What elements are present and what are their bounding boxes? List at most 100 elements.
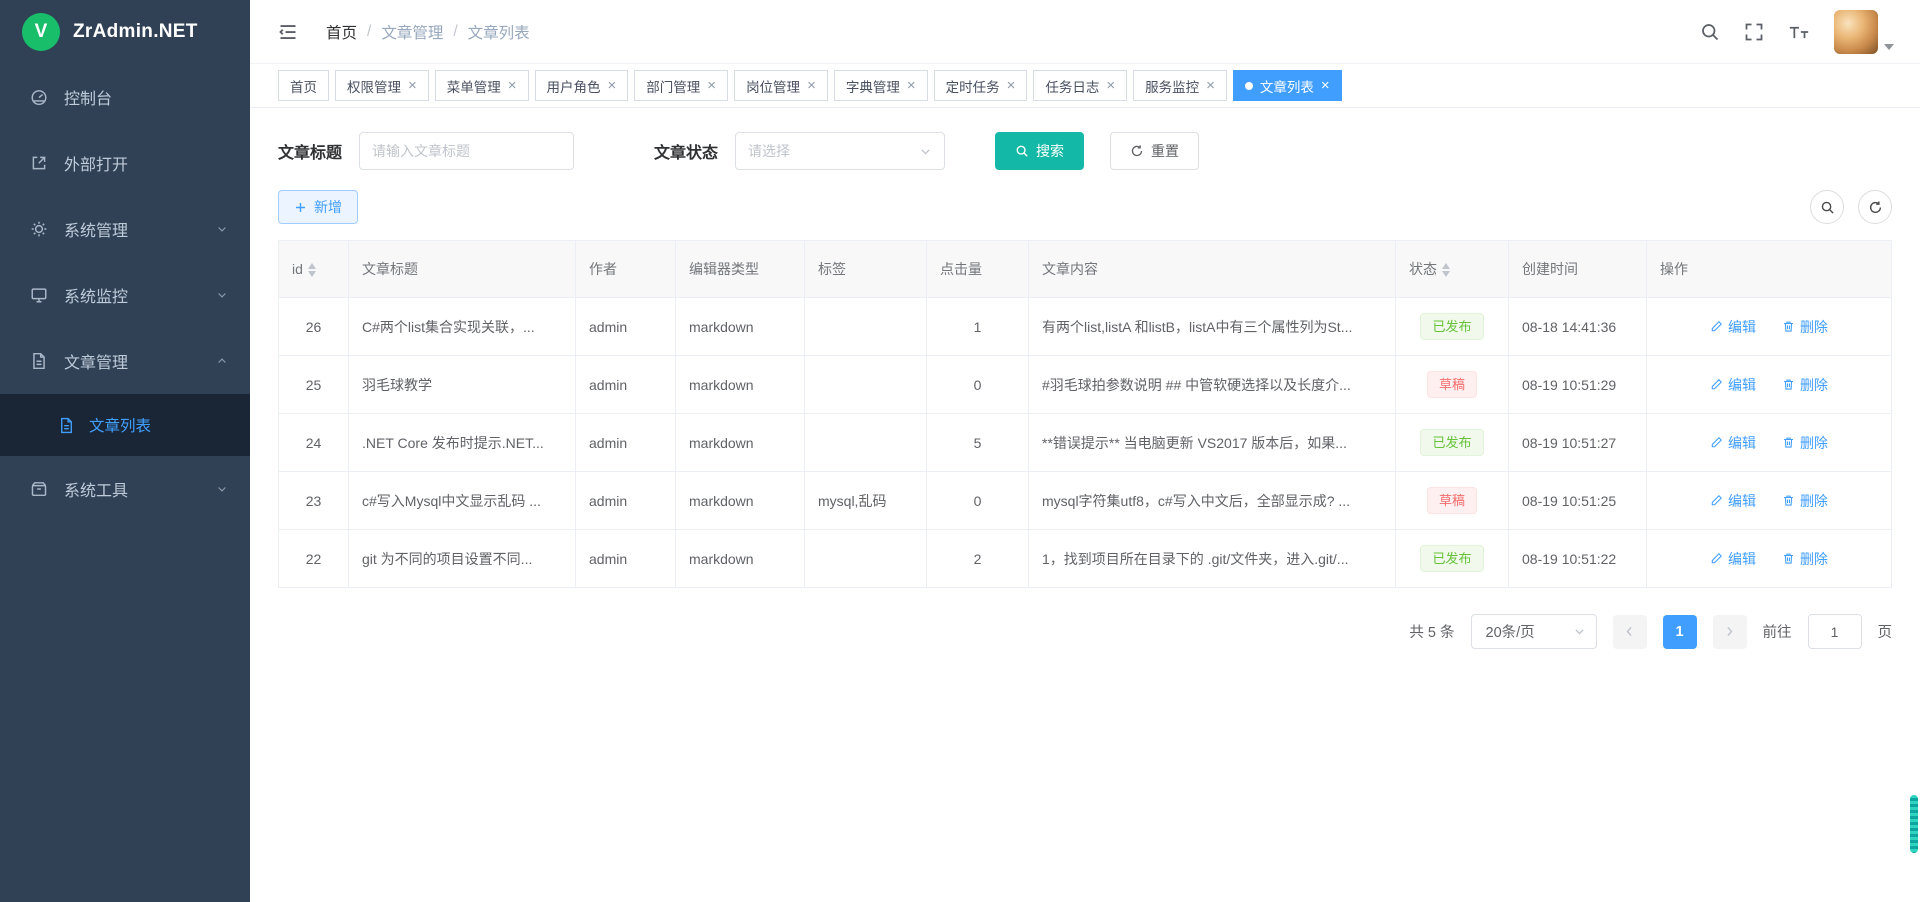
- edit-button[interactable]: 编辑: [1710, 549, 1756, 569]
- close-tab-icon[interactable]: [707, 78, 716, 93]
- filter-bar: 文章标题 文章状态 请选择 搜索 重置: [278, 132, 1892, 170]
- font-size-icon[interactable]: [1788, 22, 1810, 42]
- column-header-id[interactable]: id: [279, 241, 349, 298]
- article-title-input[interactable]: [359, 132, 574, 170]
- breadcrumb-home[interactable]: 首页: [326, 21, 357, 43]
- sort-caret-icon[interactable]: [1442, 263, 1450, 277]
- column-header-clicks: 点击量: [927, 241, 1029, 298]
- tab-scheduled-task[interactable]: 定时任务: [934, 70, 1028, 101]
- sidebar-item-dashboard[interactable]: 控制台: [0, 64, 250, 130]
- edit-button[interactable]: 编辑: [1710, 375, 1756, 395]
- tab-post-manage[interactable]: 岗位管理: [734, 70, 828, 101]
- status-badge: 草稿: [1427, 371, 1477, 398]
- edit-button[interactable]: 编辑: [1710, 433, 1756, 453]
- close-tab-icon[interactable]: [807, 78, 816, 93]
- scrollbar-thumb[interactable]: [1910, 795, 1918, 853]
- page-number-1[interactable]: 1: [1663, 615, 1697, 649]
- search-button-label: 搜索: [1036, 141, 1064, 161]
- tab-user-role[interactable]: 用户角色: [535, 70, 629, 101]
- article-table: id 文章标题 作者 编辑器类型 标签 点击量 文章内容 状态 创建时间 操作: [278, 240, 1892, 588]
- cell-created: 08-18 14:41:36: [1509, 298, 1647, 356]
- collapse-sidebar-icon[interactable]: [278, 22, 298, 42]
- gear-icon: [30, 220, 48, 238]
- sidebar-item-system-tools[interactable]: 系统工具: [0, 456, 250, 522]
- prev-page-button[interactable]: [1613, 615, 1647, 649]
- close-tab-icon[interactable]: [907, 78, 916, 93]
- close-tab-icon[interactable]: [1321, 78, 1330, 93]
- delete-button[interactable]: 删除: [1782, 433, 1828, 453]
- page-size-value: 20条/页: [1486, 621, 1535, 642]
- sidebar-item-external-open[interactable]: 外部打开: [0, 130, 250, 196]
- close-tab-icon[interactable]: [508, 78, 517, 93]
- column-header-content: 文章内容: [1029, 241, 1396, 298]
- active-dot-icon: [1245, 82, 1253, 90]
- chevron-down-icon: [1573, 625, 1586, 638]
- document-icon: [30, 352, 48, 370]
- close-tab-icon[interactable]: [1007, 78, 1016, 93]
- table-row[interactable]: 26 C#两个list集合实现关联，... admin markdown 1 有…: [279, 298, 1892, 356]
- table-toolbar: 新增: [278, 190, 1892, 224]
- add-button[interactable]: 新增: [278, 190, 358, 224]
- table-row[interactable]: 22 git 为不同的项目设置不同... admin markdown 2 1，…: [279, 530, 1892, 588]
- reset-button[interactable]: 重置: [1110, 132, 1199, 170]
- user-menu[interactable]: [1834, 10, 1894, 54]
- search-button[interactable]: 搜索: [995, 132, 1084, 170]
- sidebar-item-label: 系统监控: [64, 283, 128, 307]
- delete-button[interactable]: 删除: [1782, 375, 1828, 395]
- sidebar-item-article-list[interactable]: 文章列表: [0, 394, 250, 456]
- tab-label: 部门管理: [646, 76, 700, 96]
- cell-author: admin: [576, 298, 676, 356]
- tab-dict-manage[interactable]: 字典管理: [834, 70, 928, 101]
- tab-service-monitor[interactable]: 服务监控: [1133, 70, 1227, 101]
- tab-label: 文章列表: [1260, 76, 1314, 96]
- tab-label: 字典管理: [846, 76, 900, 96]
- table-row[interactable]: 23 c#写入Mysql中文显示乱码 ... admin markdown my…: [279, 472, 1892, 530]
- close-tab-icon[interactable]: [408, 78, 417, 93]
- breadcrumb-article-list: 文章列表: [468, 21, 530, 43]
- next-page-button[interactable]: [1713, 615, 1747, 649]
- pagination-total: 共 5 条: [1409, 621, 1454, 642]
- close-tab-icon[interactable]: [1106, 78, 1115, 93]
- tab-article-list[interactable]: 文章列表: [1233, 70, 1342, 101]
- tab-menu-manage[interactable]: 菜单管理: [435, 70, 529, 101]
- breadcrumb-article-manage[interactable]: 文章管理: [381, 21, 443, 43]
- article-status-select[interactable]: 请选择: [735, 132, 945, 170]
- close-tab-icon[interactable]: [608, 78, 617, 93]
- sidebar-item-article-manage[interactable]: 文章管理: [0, 328, 250, 394]
- cell-actions: 编辑 删除: [1647, 298, 1892, 356]
- status-badge: 已发布: [1420, 313, 1483, 340]
- table-row[interactable]: 24 .NET Core 发布时提示.NET... admin markdown…: [279, 414, 1892, 472]
- show-search-icon[interactable]: [1810, 190, 1844, 224]
- sidebar-item-system-manage[interactable]: 系统管理: [0, 196, 250, 262]
- tab-task-log[interactable]: 任务日志: [1033, 70, 1127, 101]
- delete-button[interactable]: 删除: [1782, 549, 1828, 569]
- cell-title: .NET Core 发布时提示.NET...: [349, 414, 576, 472]
- cell-tags: [805, 356, 927, 414]
- tab-label: 岗位管理: [746, 76, 800, 96]
- cell-actions: 编辑 删除: [1647, 472, 1892, 530]
- delete-button[interactable]: 删除: [1782, 317, 1828, 337]
- logo[interactable]: V ZrAdmin.NET: [0, 0, 250, 64]
- tab-permission-manage[interactable]: 权限管理: [335, 70, 429, 101]
- goto-page-input[interactable]: [1808, 614, 1862, 649]
- cell-id: 25: [279, 356, 349, 414]
- column-header-status[interactable]: 状态: [1396, 241, 1509, 298]
- close-tab-icon[interactable]: [1206, 78, 1215, 93]
- search-icon[interactable]: [1700, 22, 1720, 42]
- fullscreen-icon[interactable]: [1744, 22, 1764, 42]
- sort-caret-icon[interactable]: [308, 263, 316, 277]
- tab-dept-manage[interactable]: 部门管理: [634, 70, 728, 101]
- delete-button[interactable]: 删除: [1782, 491, 1828, 511]
- tab-home[interactable]: 首页: [278, 70, 329, 101]
- edit-button[interactable]: 编辑: [1710, 491, 1756, 511]
- status-badge: 已发布: [1420, 429, 1483, 456]
- sidebar-item-system-monitor[interactable]: 系统监控: [0, 262, 250, 328]
- table-row[interactable]: 25 羽毛球教学 admin markdown 0 #羽毛球拍参数说明 ## 中…: [279, 356, 1892, 414]
- edit-button[interactable]: 编辑: [1710, 317, 1756, 337]
- goto-label: 前往: [1763, 621, 1792, 642]
- user-avatar[interactable]: [1834, 10, 1878, 54]
- topbar: 首页 / 文章管理 / 文章列表: [250, 0, 1920, 64]
- page-size-select[interactable]: 20条/页: [1471, 614, 1597, 649]
- refresh-table-icon[interactable]: [1858, 190, 1892, 224]
- sidebar-item-label: 文章管理: [64, 349, 128, 373]
